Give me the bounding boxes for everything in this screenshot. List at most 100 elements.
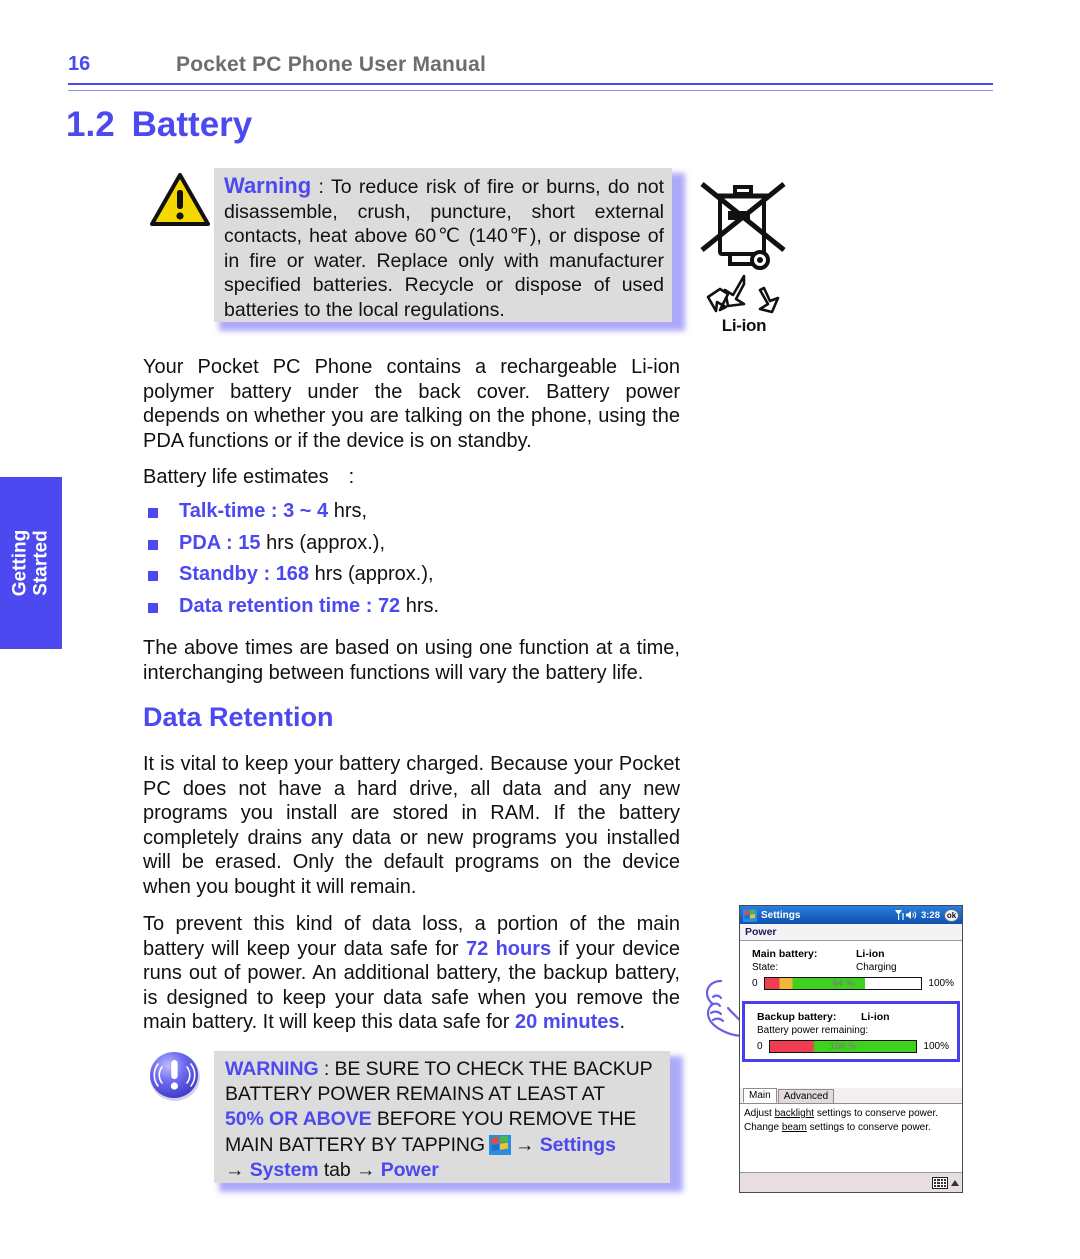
- estimate-value: 15: [238, 531, 261, 554]
- ppc-help-line-2: Change beam settings to conserve power.: [744, 1121, 957, 1135]
- estimate-label: Standby: [179, 563, 258, 585]
- ppc-main-battery-row: Main battery: Li-ion: [752, 948, 954, 960]
- ppc-gauge-max: 100%: [928, 978, 954, 989]
- ppc-main-battery-type: Li-ion: [856, 948, 885, 960]
- li-ion-recycle-mark: Li-ion: [698, 178, 790, 336]
- estimate-label: Data retention time: [179, 594, 361, 617]
- ppc-tab-main[interactable]: Main: [743, 1088, 777, 1103]
- retention-highlight-72-hours: 72 hours: [465, 937, 552, 960]
- estimate-separator: :: [220, 531, 239, 554]
- signal-icon[interactable]: [894, 909, 904, 921]
- section-heading: 1.2 Battery: [66, 105, 252, 145]
- ppc-main-battery-label: Main battery:: [752, 948, 818, 960]
- caret-up-icon[interactable]: [951, 1179, 959, 1186]
- ppc-help-text: Adjust backlight settings to conserve po…: [740, 1104, 962, 1137]
- warning2-arrow-3: →: [355, 1158, 376, 1181]
- warning-triangle-icon: [150, 173, 210, 226]
- list-item: Data retention time : 72 hrs.: [143, 592, 683, 624]
- estimate-separator: :: [360, 594, 378, 617]
- warning2-system-link: System: [249, 1158, 319, 1181]
- estimate-unit: hrs,: [328, 500, 368, 522]
- manual-title: Pocket PC Phone User Manual: [176, 53, 486, 76]
- ppc-backup-battery-section: Backup battery: Li-ion Battery power rem…: [745, 1004, 957, 1059]
- section-title: Battery: [131, 105, 253, 144]
- warning-keyword: Warning: [224, 173, 312, 198]
- li-ion-label: Li-ion: [721, 316, 767, 335]
- paragraph-after-list: The above times are based on using one f…: [143, 637, 680, 684]
- ppc-backup-battery-state-label: Battery power remaining:: [757, 1025, 869, 1036]
- warning2-arrow-2: →: [225, 1158, 245, 1181]
- section-number: 1.2: [66, 105, 115, 144]
- ppc-backup-battery-type: Li-ion: [861, 1011, 890, 1023]
- ppc-backup-battery-highlight: Backup battery: Li-ion Battery power rem…: [742, 1001, 960, 1062]
- warning2-line4: MAIN BATTERY BY TAPPING → Settings: [225, 1133, 664, 1158]
- ppc-beam-link[interactable]: beam: [782, 1122, 807, 1133]
- estimate-value: 168: [275, 563, 310, 585]
- ppc-spacer: [740, 1062, 962, 1088]
- warning2-line5: → System tab → Power: [225, 1158, 664, 1183]
- ppc-backup-battery-gauge-row: 0 100 % 100%: [757, 1040, 949, 1053]
- exclamation-circle-icon: [150, 1052, 200, 1101]
- battery-estimates-list: Talk-time : 3 ~ 4 hrs, PDA : 15 hrs (app…: [143, 497, 683, 623]
- ppc-tab-bar: Main Advanced: [740, 1088, 962, 1104]
- retention-text-part3: .: [619, 1011, 626, 1034]
- warning2-tab-word: tab: [318, 1158, 356, 1181]
- retention-highlight-20-minutes: 20 minutes: [515, 1011, 620, 1034]
- recycle-icon: [706, 274, 780, 314]
- ppc-main-battery-state-label: State:: [752, 962, 779, 973]
- list-item: Standby : 168 hrs (approx.),: [143, 560, 683, 592]
- estimate-separator: :: [257, 563, 276, 585]
- warning2-line1-rest: : BE SURE TO CHECK THE BACKUP: [318, 1058, 653, 1080]
- pocket-pc-screenshot: Settings 3:28 ok Power Main battery: Li-…: [739, 905, 963, 1193]
- page-number: 16: [68, 53, 91, 75]
- ppc-backup-battery-row: Backup battery: Li-ion: [757, 1011, 949, 1023]
- warning-box-backup-battery: WARNING : BE SURE TO CHECK THE BACKUP BA…: [214, 1051, 670, 1183]
- ppc-backup-battery-state-row: Battery power remaining:: [757, 1025, 949, 1036]
- ppc-help-2-post: settings to conserve power.: [806, 1122, 931, 1133]
- ppc-backup-battery-label: Backup battery:: [757, 1011, 837, 1023]
- battery-life-estimates-label: Battery life estimates :: [143, 466, 355, 488]
- ppc-main-battery-gauge-row: 0 64 % 100%: [752, 977, 954, 990]
- side-tab-label: Getting Started: [9, 530, 51, 597]
- header-divider: [68, 83, 993, 91]
- warning2-arrow: →: [514, 1133, 535, 1156]
- warning2-line4-pre: MAIN BATTERY BY TAPPING: [225, 1133, 485, 1156]
- estimate-label: Talk-time: [179, 500, 266, 522]
- ppc-backup-gauge-text: 100 %: [829, 1041, 857, 1052]
- windows-start-icon: [488, 1134, 511, 1155]
- side-tab-line2: Started: [30, 530, 51, 596]
- estimate-value: 72: [377, 594, 401, 617]
- ppc-appbar-title: Power: [740, 924, 962, 941]
- warning2-power-link: Power: [380, 1158, 439, 1181]
- windows-start-icon[interactable]: [743, 908, 757, 922]
- ppc-backup-battery-gauge: 100 %: [769, 1040, 918, 1053]
- estimate-label: PDA: [179, 531, 221, 554]
- ppc-main-battery-state-row: State: Charging: [752, 962, 954, 973]
- ppc-backlight-link[interactable]: backlight: [775, 1108, 814, 1119]
- ppc-gauge-min: 0: [752, 978, 758, 989]
- list-item: Talk-time : 3 ~ 4 hrs,: [143, 497, 683, 529]
- ppc-clock: 3:28: [920, 909, 940, 921]
- warning2-line3-rest: BEFORE YOU REMOVE THE: [371, 1108, 637, 1131]
- warning2-keyword: WARNING: [225, 1058, 319, 1080]
- paragraph-data-retention-1: It is vital to keep your battery charged…: [143, 753, 680, 898]
- list-item: PDA : 15 hrs (approx.),: [143, 529, 683, 561]
- warning2-line3: 50% OR ABOVE BEFORE YOU REMOVE THE: [225, 1107, 664, 1132]
- ppc-main-battery-gauge: 64 %: [764, 977, 923, 990]
- ppc-tab-advanced[interactable]: Advanced: [777, 1089, 835, 1103]
- ppc-backup-gauge-max: 100%: [923, 1041, 949, 1052]
- warning2-highlight-50-percent: 50% OR ABOVE: [225, 1108, 372, 1131]
- ppc-ok-button[interactable]: ok: [944, 908, 959, 922]
- subsection-heading-data-retention: Data Retention: [143, 702, 334, 732]
- speaker-icon[interactable]: [905, 910, 917, 920]
- estimate-value: 3 ~ 4: [283, 500, 329, 522]
- keyboard-icon[interactable]: [932, 1176, 948, 1189]
- warning-box-battery: Warning : To reduce risk of fire or burn…: [214, 168, 672, 322]
- side-tab-getting-started: Getting Started: [0, 477, 62, 649]
- warning2-line1: WARNING : BE SURE TO CHECK THE BACKUP: [225, 1057, 664, 1082]
- ppc-help-line-1: Adjust backlight settings to conserve po…: [744, 1107, 957, 1121]
- ppc-help-1-post: settings to conserve power.: [814, 1108, 939, 1119]
- page-header: 16 Pocket PC Phone User Manual: [0, 0, 1080, 91]
- estimate-unit: hrs.: [400, 594, 440, 617]
- ppc-backup-gauge-min: 0: [757, 1041, 763, 1052]
